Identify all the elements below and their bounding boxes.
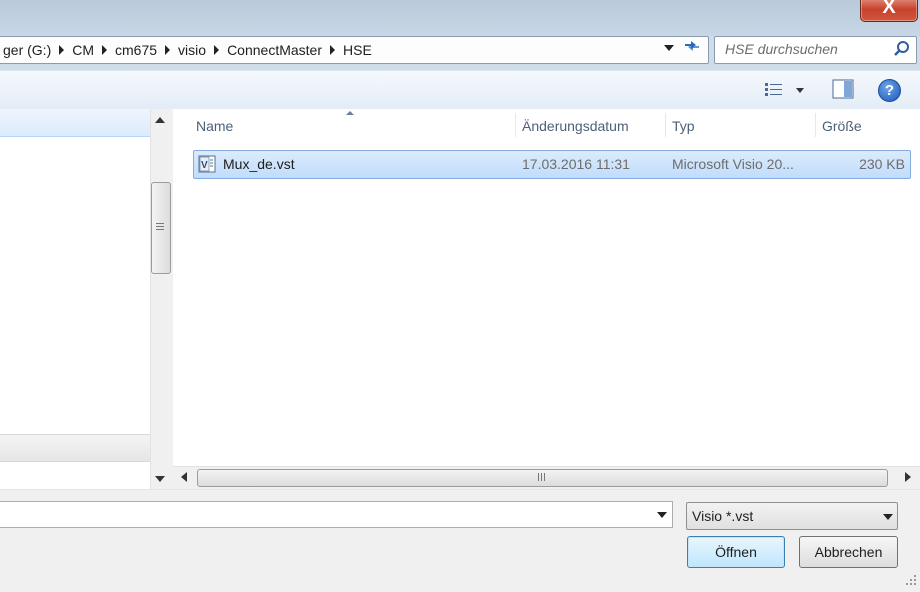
details-view-icon[interactable] bbox=[764, 80, 784, 100]
chevron-down-icon[interactable] bbox=[883, 514, 893, 520]
grip-line bbox=[156, 229, 164, 230]
grip-line bbox=[156, 223, 164, 224]
column-header-modified[interactable]: Änderungsdatum bbox=[522, 118, 629, 134]
title-bar bbox=[0, 0, 920, 36]
breadcrumb-arrow-icon[interactable] bbox=[330, 45, 335, 55]
close-button[interactable]: X bbox=[860, 0, 918, 22]
scroll-up-arrow-icon[interactable] bbox=[155, 117, 165, 123]
breadcrumb-label: cm675 bbox=[115, 42, 158, 58]
breadcrumb-visio[interactable]: visio bbox=[172, 37, 221, 63]
address-history-dropdown-icon[interactable] bbox=[664, 45, 674, 51]
breadcrumb-hse[interactable]: HSE bbox=[337, 37, 378, 63]
breadcrumb-arrow-icon[interactable] bbox=[59, 45, 65, 55]
nav-scroll-thumb[interactable] bbox=[151, 182, 171, 274]
breadcrumb-connectmaster[interactable]: ConnectMaster bbox=[221, 37, 337, 63]
filetype-value: Visio *.vst bbox=[692, 508, 754, 524]
open-button[interactable]: Öffnen bbox=[687, 536, 785, 568]
file-name[interactable]: Mux_de.vst bbox=[223, 156, 295, 172]
breadcrumb-label: ConnectMaster bbox=[227, 42, 322, 58]
column-header-size[interactable]: Größe bbox=[822, 118, 862, 134]
cancel-button[interactable]: Abbrechen bbox=[799, 536, 898, 568]
breadcrumb-drive[interactable]: ger (G:) bbox=[0, 37, 66, 63]
file-scroll-thumb[interactable] bbox=[197, 469, 888, 487]
grip-line bbox=[544, 473, 545, 481]
scroll-down-arrow-icon[interactable] bbox=[155, 476, 165, 482]
preview-pane-icon[interactable] bbox=[832, 79, 854, 99]
view-options-dropdown-icon[interactable] bbox=[796, 88, 804, 93]
breadcrumb-label: visio bbox=[178, 42, 207, 58]
search-placeholder: HSE durchsuchen bbox=[725, 41, 838, 57]
breadcrumb-label: CM bbox=[72, 42, 95, 58]
visio-file-icon: V bbox=[198, 155, 216, 173]
address-bar[interactable]: ger (G:) CM cm675 visio ConnectMaster HS… bbox=[0, 36, 709, 64]
filename-input[interactable] bbox=[0, 501, 673, 528]
svg-text:V: V bbox=[201, 160, 208, 171]
breadcrumb-cm675[interactable]: cm675 bbox=[109, 37, 172, 63]
nav-vertical-scrollbar[interactable] bbox=[150, 109, 173, 489]
resize-grip-icon[interactable] bbox=[904, 573, 918, 587]
breadcrumb-arrow-icon[interactable] bbox=[102, 45, 108, 55]
grip-line bbox=[538, 473, 539, 481]
grip-line bbox=[541, 473, 542, 481]
sort-ascending-icon bbox=[346, 111, 354, 115]
column-divider[interactable] bbox=[815, 113, 816, 137]
breadcrumb-cm[interactable]: CM bbox=[66, 37, 109, 63]
navigation-pane[interactable] bbox=[0, 109, 150, 489]
grip-line bbox=[156, 226, 164, 227]
search-input[interactable]: HSE durchsuchen bbox=[714, 36, 917, 64]
search-icon[interactable] bbox=[893, 40, 911, 58]
scroll-left-arrow-icon[interactable] bbox=[181, 472, 187, 482]
column-divider[interactable] bbox=[665, 113, 666, 137]
scroll-right-arrow-icon[interactable] bbox=[905, 472, 911, 482]
help-icon[interactable]: ? bbox=[878, 79, 901, 102]
file-modified: 17.03.2016 11:31 bbox=[522, 156, 630, 172]
file-type: Microsoft Visio 20... bbox=[672, 156, 794, 172]
nav-selected-item[interactable] bbox=[0, 109, 151, 137]
column-header-type[interactable]: Typ bbox=[672, 118, 695, 134]
breadcrumb-label: HSE bbox=[343, 42, 372, 58]
column-header-name[interactable]: Name bbox=[196, 118, 233, 134]
breadcrumb-arrow-icon[interactable] bbox=[214, 45, 220, 55]
breadcrumb-arrow-icon[interactable] bbox=[165, 45, 171, 55]
refresh-icon[interactable] bbox=[680, 38, 704, 60]
file-size: 230 KB bbox=[859, 156, 905, 172]
filetype-select[interactable]: Visio *.vst bbox=[686, 502, 898, 530]
filename-history-dropdown-icon[interactable] bbox=[657, 512, 667, 518]
nav-item[interactable] bbox=[0, 434, 150, 462]
column-divider[interactable] bbox=[515, 113, 516, 137]
breadcrumb-label: ger (G:) bbox=[3, 42, 52, 58]
